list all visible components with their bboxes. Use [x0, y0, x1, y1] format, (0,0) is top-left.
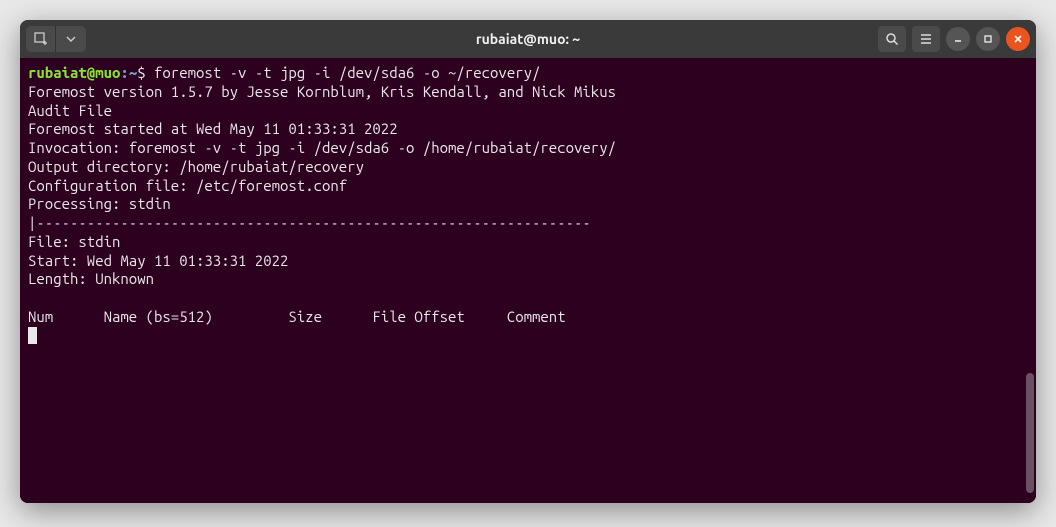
tab-dropdown-button[interactable]: [56, 26, 86, 52]
maximize-icon: [983, 34, 993, 44]
output-line: Invocation: foremost -v -t jpg -i /dev/s…: [28, 139, 1028, 158]
menu-button[interactable]: [912, 26, 940, 52]
output-line: [28, 289, 1028, 308]
minimize-button[interactable]: [946, 27, 970, 51]
maximize-button[interactable]: [976, 27, 1000, 51]
output-line: Start: Wed May 11 01:33:31 2022: [28, 252, 1028, 271]
terminal-body[interactable]: rubaiat@muo:~$ foremost -v -t jpg -i /de…: [20, 58, 1036, 503]
output-line: Foremost version 1.5.7 by Jesse Kornblum…: [28, 83, 1028, 102]
prompt-path: ~: [129, 64, 137, 81]
chevron-down-icon: [66, 36, 76, 42]
output-line: Audit File: [28, 102, 1028, 121]
output-line: Processing: stdin: [28, 195, 1028, 214]
close-button[interactable]: [1006, 27, 1030, 51]
output-header: Num Name (bs=512) Size File Offset Comme…: [28, 308, 1028, 327]
output-line: Foremost started at Wed May 11 01:33:31 …: [28, 120, 1028, 139]
output-line: |---------------------------------------…: [28, 214, 1028, 233]
terminal-window: rubaiat@muo: ~: [20, 20, 1036, 503]
prompt-line: rubaiat@muo:~$ foremost -v -t jpg -i /de…: [28, 64, 1028, 83]
search-button[interactable]: [878, 26, 906, 52]
output-line: Configuration file: /etc/foremost.conf: [28, 177, 1028, 196]
titlebar-left: [26, 26, 86, 52]
cursor: [28, 327, 37, 344]
command-text: foremost -v -t jpg -i /dev/sda6 -o ~/rec…: [154, 64, 540, 81]
output-line: Output directory: /home/rubaiat/recovery: [28, 158, 1028, 177]
new-tab-group: [26, 26, 86, 52]
titlebar: rubaiat@muo: ~: [20, 20, 1036, 58]
minimize-icon: [953, 34, 963, 44]
output-line: File: stdin: [28, 233, 1028, 252]
cursor-line: [28, 327, 1028, 346]
new-tab-button[interactable]: [26, 26, 56, 52]
prompt-sep: :: [120, 64, 128, 81]
titlebar-right: [878, 26, 1030, 52]
search-icon: [885, 32, 899, 46]
scrollbar[interactable]: [1026, 373, 1034, 493]
output-line: Length: Unknown: [28, 270, 1028, 289]
hamburger-icon: [919, 33, 933, 45]
close-icon: [1013, 34, 1023, 44]
new-tab-icon: [34, 32, 48, 46]
prompt-user: rubaiat@muo: [28, 64, 120, 81]
prompt-dollar: $: [137, 64, 145, 81]
